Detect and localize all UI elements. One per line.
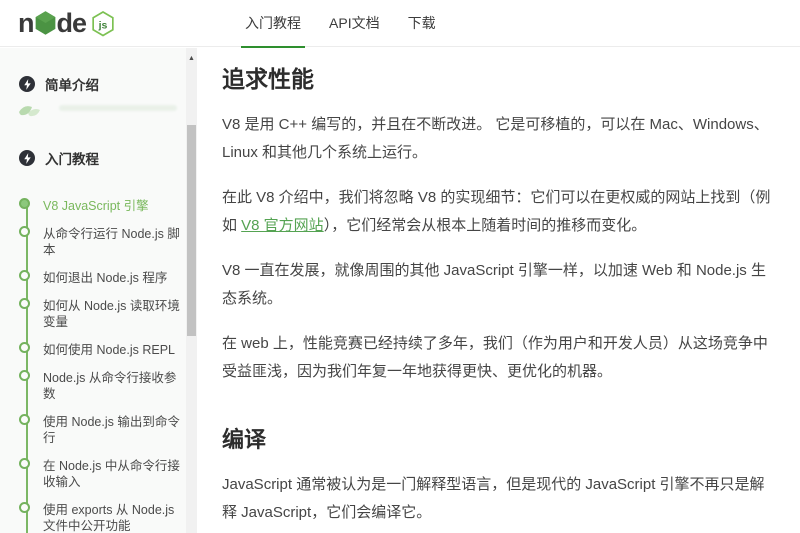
js-hexagon-icon: js <box>91 11 115 37</box>
node-hexagon-icon <box>35 11 56 35</box>
sidebar-item-v8-engine[interactable]: V8 JavaScript 引擎 <box>19 192 183 220</box>
page: n de js 入门教程 API文档 下载 简单介绍 <box>0 0 800 533</box>
timeline-dot-icon <box>19 226 30 237</box>
paragraph-v8-portable: V8 是用 C++ 编写的，并且在不断改进。 它是可移植的，可以在 Mac、Wi… <box>222 111 775 167</box>
sidebar-section-label: 入门教程 <box>45 148 99 168</box>
sidebar-item-repl[interactable]: 如何使用 Node.js REPL <box>19 336 183 364</box>
sidebar-scrollbar[interactable]: ▲ <box>186 48 197 533</box>
sidebar: 简单介绍 入门教程 V8 JavaScript 引擎 从命令行运行 Node.j… <box>0 48 197 533</box>
ghost-text-strip <box>59 105 177 111</box>
sidebar-section-label: 简单介绍 <box>45 74 99 94</box>
timeline-dot-icon <box>19 298 30 309</box>
timeline-dot-icon <box>19 414 30 425</box>
sidebar-section-intro[interactable]: 简单介绍 <box>19 74 183 94</box>
leaf-icon <box>17 102 47 120</box>
nodejs-logo[interactable]: n de js <box>18 9 115 37</box>
top-nav: 入门教程 API文档 下载 <box>231 0 450 46</box>
page-title: 追求性能 <box>222 60 775 94</box>
v8-official-site-link[interactable]: V8 官方网站 <box>241 217 324 234</box>
sidebar-item-run-scripts[interactable]: 从命令行运行 Node.js 脚本 <box>19 220 183 264</box>
scrollbar-thumb[interactable] <box>187 125 196 336</box>
nav-tab-download[interactable]: 下载 <box>394 0 450 46</box>
main-content: 追求性能 V8 是用 C++ 编写的，并且在不断改进。 它是可移植的，可以在 M… <box>197 48 800 533</box>
sidebar-item-input-cli[interactable]: 在 Node.js 中从命令行接收输入 <box>19 452 183 496</box>
top-header: n de js 入门教程 API文档 下载 <box>0 0 800 47</box>
lightning-icon <box>19 76 35 92</box>
sidebar-item-output-cli[interactable]: 使用 Node.js 输出到命令行 <box>19 408 183 452</box>
sidebar-item-exports[interactable]: 使用 exports 从 Node.js 文件中公开功能 <box>19 496 183 533</box>
paragraph-performance-race: 在 web 上，性能竞赛已经持续了多年，我们（作为用户和开发人员）从这场竞争中受… <box>222 330 775 386</box>
sidebar-item-exit-program[interactable]: 如何退出 Node.js 程序 <box>19 264 183 292</box>
timeline-dot-icon <box>19 198 30 209</box>
logo-text-n: n <box>18 10 34 37</box>
timeline-dot-icon <box>19 270 30 281</box>
nav-tab-api-docs[interactable]: API文档 <box>315 0 394 46</box>
scrollbar-up-arrow-icon[interactable]: ▲ <box>186 52 197 64</box>
timeline-dot-icon <box>19 502 30 513</box>
sidebar-item-env-vars[interactable]: 如何从 Node.js 读取环境变量 <box>19 292 183 336</box>
sidebar-item-cli-args[interactable]: Node.js 从命令行接收参数 <box>19 364 183 408</box>
sidebar-tutorial-list: V8 JavaScript 引擎 从命令行运行 Node.js 脚本 如何退出 … <box>19 192 183 533</box>
timeline-dot-icon <box>19 342 30 353</box>
paragraph-text: ），它们经常会从根本上随着时间的推移而变化。 <box>324 217 647 234</box>
timeline-dot-icon <box>19 458 30 469</box>
lightning-icon <box>19 150 35 166</box>
nav-tab-tutorial[interactable]: 入门教程 <box>231 0 315 46</box>
timeline-dot-icon <box>19 370 30 381</box>
paragraph-js-compiled: JavaScript 通常被认为是一门解释型语言，但是现代的 JavaScrip… <box>222 471 775 527</box>
logo-text-de: de <box>57 10 87 37</box>
paragraph-v8-details: 在此 V8 介绍中，我们将忽略 V8 的实现细节：它们可以在更权威的网站上找到（… <box>222 184 775 240</box>
paragraph-v8-evolving: V8 一直在发展，就像周围的其他 JavaScript 引擎一样，以加速 Web… <box>222 257 775 313</box>
section-title-compilation: 编译 <box>222 422 775 454</box>
leaf-decoration <box>19 102 183 120</box>
svg-text:js: js <box>98 19 108 31</box>
sidebar-section-tutorial[interactable]: 入门教程 <box>19 148 183 168</box>
